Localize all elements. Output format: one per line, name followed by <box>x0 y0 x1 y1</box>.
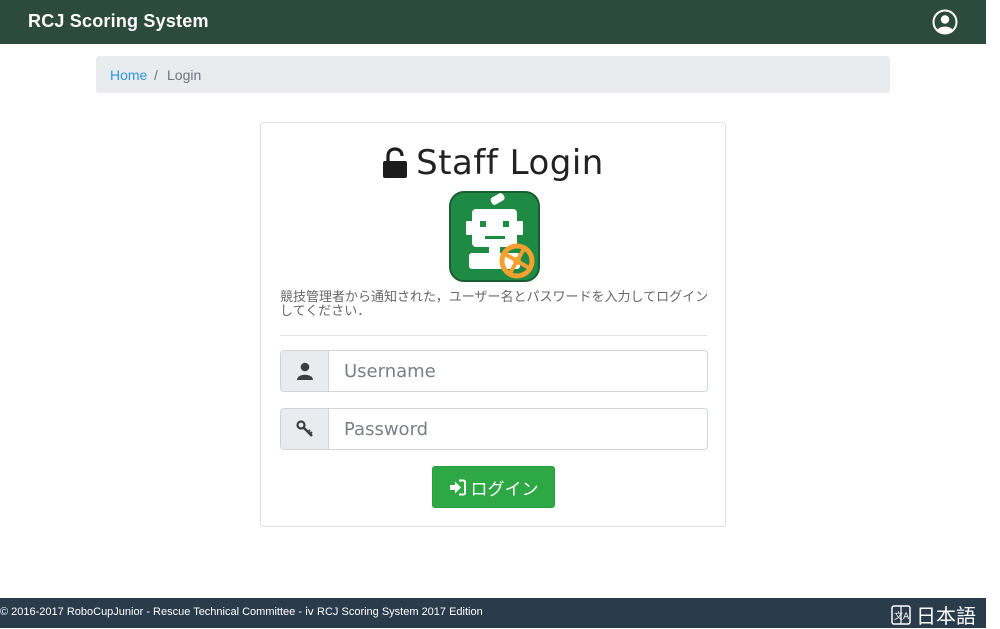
page-title: Staff Login <box>416 143 604 183</box>
key-icon <box>295 420 313 437</box>
breadcrumb-current: Login <box>167 67 202 83</box>
username-addon <box>281 351 329 391</box>
password-field-group <box>280 408 708 450</box>
footer: © 2016-2017 RoboCupJunior - Rescue Techn… <box>0 598 986 628</box>
breadcrumb-separator: / <box>154 67 158 83</box>
divider <box>280 335 707 336</box>
svg-text:A: A <box>903 612 910 622</box>
breadcrumb-home-link[interactable]: Home <box>110 67 147 83</box>
user-icon <box>296 362 313 380</box>
language-label: 日本語 <box>916 604 976 628</box>
footer-copyright: © 2016-2017 RoboCupJunior - Rescue Techn… <box>0 606 483 618</box>
translate-icon: 文 A <box>891 604 911 625</box>
sign-in-icon <box>449 479 466 495</box>
username-input[interactable] <box>330 351 706 391</box>
login-card: Staff Login 競技管理者から通知された，ユーザー名とパスワードを入力し… <box>260 122 726 527</box>
username-field-group <box>280 350 708 392</box>
login-title-row: Staff Login <box>261 143 725 183</box>
svg-text:文: 文 <box>894 610 903 622</box>
app-brand[interactable]: RCJ Scoring System <box>28 11 209 32</box>
top-navbar: RCJ Scoring System <box>0 0 986 44</box>
unlock-icon <box>383 147 408 178</box>
login-button[interactable]: ログイン <box>432 466 555 508</box>
password-addon <box>281 409 329 449</box>
user-circle-icon[interactable] <box>932 9 958 35</box>
login-description: 競技管理者から通知された，ユーザー名とパスワードを入力してログインしてください． <box>280 290 709 319</box>
language-switcher[interactable]: 文 A 日本語 <box>891 600 976 629</box>
password-input[interactable] <box>330 409 706 449</box>
robot-logo-icon <box>449 191 540 282</box>
login-button-label: ログイン <box>470 479 539 500</box>
breadcrumb: Home / Login <box>96 56 890 93</box>
